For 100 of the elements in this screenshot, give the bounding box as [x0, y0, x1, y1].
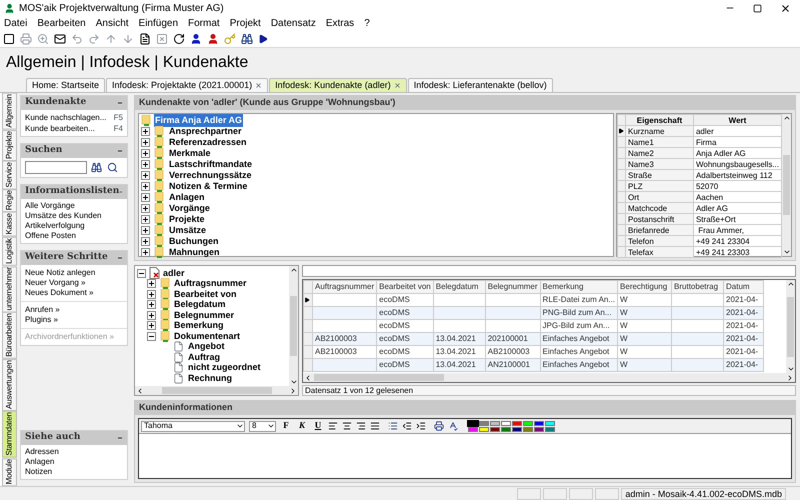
scroll-up-icon[interactable] — [786, 280, 794, 288]
tree-node[interactable]: Buchungen — [169, 234, 218, 248]
see-also-link[interactable]: Adressen — [25, 447, 123, 457]
side-tab[interactable]: Regie — [2, 189, 17, 212]
collapse-icon[interactable] — [117, 435, 123, 441]
task-link[interactable]: Neue Notiz anlegen — [25, 268, 123, 278]
color-swatch[interactable] — [534, 426, 544, 432]
color-swatch[interactable] — [501, 426, 511, 432]
expand-icon[interactable] — [141, 149, 150, 158]
format-button[interactable]: F — [280, 419, 292, 433]
scroll-thumb[interactable] — [314, 374, 444, 381]
tree-node[interactable]: Auftragsnummer — [174, 277, 247, 290]
print-icon[interactable] — [434, 421, 444, 431]
scroll-thumb[interactable] — [162, 387, 272, 394]
expand-icon[interactable] — [147, 310, 156, 320]
column-header[interactable]: Bemerkung — [540, 280, 618, 294]
search-options-icon[interactable] — [107, 162, 118, 173]
menu-item[interactable]: ? — [364, 16, 370, 31]
side-tab[interactable]: unternehmer — [2, 266, 17, 312]
align-left-icon[interactable] — [328, 421, 338, 431]
column-header[interactable]: Bearbeitet von — [376, 280, 434, 294]
justify-icon[interactable] — [370, 421, 380, 431]
list-link[interactable]: Alle Vorgänge — [25, 201, 123, 211]
panel-header[interactable]: Suchen — [21, 144, 127, 158]
size-select[interactable]: 8 — [249, 420, 276, 432]
expand-icon[interactable] — [141, 204, 150, 213]
collapse-icon[interactable] — [117, 255, 123, 261]
expand-icon[interactable] — [141, 127, 150, 136]
maximize-icon[interactable] — [753, 4, 762, 12]
side-tab[interactable]: Büroarbeiten — [2, 312, 17, 360]
outdent-icon[interactable] — [402, 421, 412, 431]
side-tab[interactable]: Auswertungen — [2, 359, 17, 412]
tree-node[interactable]: Firma Anja Adler AG — [154, 114, 244, 128]
column-header[interactable]: Datum — [724, 280, 764, 294]
column-header[interactable]: Bruttobetrag — [672, 280, 724, 294]
side-tab[interactable]: Module — [2, 458, 17, 486]
color-swatch[interactable] — [512, 426, 522, 432]
tree-node[interactable]: Belegdatum — [174, 298, 226, 312]
horizontal-scrollbar[interactable] — [303, 373, 795, 382]
preview-icon[interactable] — [37, 33, 49, 45]
scroll-up-icon[interactable] — [782, 114, 790, 122]
tree-node[interactable]: Notizen & Termine — [169, 180, 248, 194]
tree-node[interactable]: nicht zugeordnet — [188, 361, 260, 374]
new-document-icon[interactable] — [3, 33, 15, 45]
tree-node[interactable]: Bearbeitet von — [174, 288, 237, 301]
scroll-up-icon[interactable] — [290, 266, 298, 274]
column-header[interactable]: Eigenschaft — [625, 114, 694, 126]
tree-node[interactable]: Referenzadressen — [169, 136, 247, 150]
scroll-down-icon[interactable] — [290, 378, 298, 386]
menu-item[interactable]: Projekt — [230, 16, 261, 31]
color-swatch[interactable] — [468, 426, 478, 432]
list-link[interactable]: Umsätze des Kunden — [25, 211, 123, 221]
color-swatch[interactable] — [479, 420, 489, 426]
color-swatch[interactable] — [545, 420, 555, 426]
mail-icon[interactable] — [54, 33, 66, 45]
scroll-thumb[interactable] — [290, 296, 297, 356]
tree-node[interactable]: Angebot — [188, 340, 224, 354]
expand-icon[interactable] — [141, 226, 150, 235]
color-swatch[interactable] — [479, 426, 489, 432]
panel-header[interactable]: Kundenakte — [21, 96, 127, 110]
format-button[interactable]: K — [296, 419, 308, 433]
tab[interactable]: Home: Startseite — [26, 78, 106, 92]
menu-item[interactable]: Einfügen — [138, 16, 178, 31]
scroll-thumb[interactable] — [787, 296, 794, 356]
row-header[interactable] — [618, 126, 626, 136]
menu-item[interactable]: Extras — [326, 16, 354, 31]
refresh-icon[interactable] — [173, 33, 185, 45]
expand-icon[interactable] — [147, 300, 156, 310]
tree-node[interactable]: Auftrag — [188, 350, 220, 364]
task-link[interactable]: Anrufen » — [25, 305, 123, 315]
color-swatch[interactable] — [545, 426, 555, 432]
collapse-icon[interactable] — [117, 100, 123, 106]
column-header[interactable]: Belegnummer — [485, 280, 540, 294]
expand-icon[interactable] — [141, 182, 150, 191]
row-header[interactable] — [304, 294, 312, 306]
expand-icon[interactable] — [141, 215, 150, 224]
binoculars-icon[interactable] — [241, 33, 253, 45]
horizontal-scrollbar[interactable] — [135, 386, 298, 395]
task-link[interactable]: Kunde bearbeiten... — [25, 123, 95, 134]
column-header[interactable]: Auftragsnummer — [312, 280, 377, 294]
tree-node[interactable]: Ansprechpartner — [169, 124, 242, 138]
see-also-link[interactable]: Anlagen — [25, 457, 123, 467]
menu-item[interactable]: Format — [188, 16, 220, 31]
tree-node[interactable]: Merkmale — [169, 146, 211, 160]
expand-icon[interactable] — [147, 279, 156, 288]
menu-item[interactable]: Bearbeiten — [37, 16, 86, 31]
menu-item[interactable]: Ansicht — [96, 16, 129, 31]
expand-icon[interactable] — [141, 193, 150, 202]
color-swatch[interactable] — [501, 420, 511, 426]
bullet-list-icon[interactable] — [388, 421, 398, 431]
tree-node[interactable]: adler — [163, 266, 185, 280]
tree-node[interactable]: Belegnummer — [174, 308, 234, 322]
collapse-icon[interactable] — [137, 268, 146, 278]
scroll-left-icon[interactable] — [304, 374, 312, 382]
indent-icon[interactable] — [416, 421, 426, 431]
expand-icon[interactable] — [147, 290, 156, 299]
collapse-icon[interactable] — [117, 148, 123, 154]
tree-node[interactable]: Dokumentenart — [174, 330, 240, 343]
color-swatch[interactable] — [523, 426, 533, 432]
side-tab[interactable]: Kasse — [2, 212, 17, 238]
